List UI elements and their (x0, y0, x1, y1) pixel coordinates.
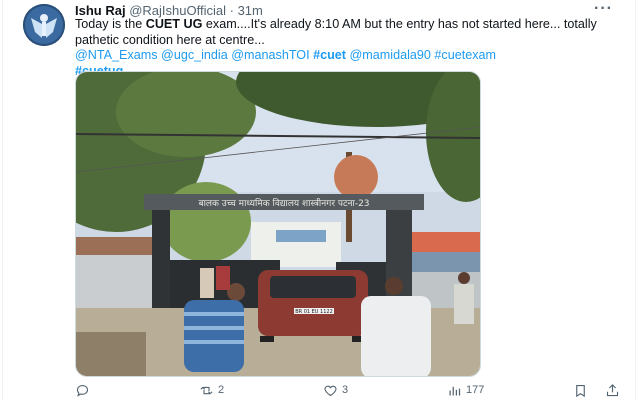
reply-button[interactable] (75, 381, 94, 399)
share-icon (606, 383, 619, 396)
mention-ugc[interactable]: @ugc_india (161, 48, 228, 62)
gate-sign: बालक उच्च माध्यमिक विद्यालय शास्त्रीनगर … (198, 197, 369, 209)
hashtag-cuetexam[interactable]: #cuetexam (434, 48, 496, 62)
heart-icon (324, 385, 337, 396)
text-bold: CUET UG (145, 17, 203, 31)
avatar[interactable] (23, 4, 65, 46)
tweet-photo[interactable]: बालक उच्च माध्यमिक विद्यालय शास्त्रीनगर … (75, 71, 481, 377)
tweet-card: Ishu Raj @RajIshuOfficial · 31m ··· Toda… (2, 0, 636, 400)
mention-nta[interactable]: @NTA_Exams (75, 48, 158, 62)
tweet-text: Today is the CUET UG exam....It's alread… (75, 17, 625, 79)
tweet-timestamp[interactable]: 31m (238, 3, 263, 18)
school-gate-photo: बालक उच्च माध्यमिक विद्यालय शास्त्रीनगर … (76, 72, 480, 376)
retweet-icon (200, 386, 213, 394)
text-part: Today is the (75, 17, 146, 31)
bookmark-button[interactable] (573, 381, 588, 399)
share-button[interactable] (605, 381, 620, 399)
author-handle[interactable]: @RajIshuOfficial (129, 3, 226, 18)
like-count: 3 (342, 384, 349, 396)
separator-dot: · (229, 3, 234, 18)
more-options-button[interactable]: ··· (594, 0, 613, 18)
mention-mamidala[interactable]: @mamidala90 (350, 48, 431, 62)
views-icon (449, 386, 461, 395)
bookmark-icon (576, 384, 585, 397)
car-plate: BR 01 EU 1122 (295, 309, 333, 315)
author-name[interactable]: Ishu Raj (75, 3, 126, 18)
reply-icon (76, 384, 89, 397)
retweet-button[interactable]: 2 (199, 381, 224, 399)
tweet-actions: 2 3 177 (75, 381, 627, 399)
views-button[interactable]: 177 (447, 381, 484, 399)
hashtag-cuet[interactable]: #cuet (313, 48, 346, 62)
retweet-count: 2 (218, 384, 225, 396)
views-count: 177 (466, 384, 485, 396)
mention-manash[interactable]: @manashTOI (231, 48, 309, 62)
like-button[interactable]: 3 (323, 381, 348, 399)
avatar-icon (23, 4, 65, 46)
